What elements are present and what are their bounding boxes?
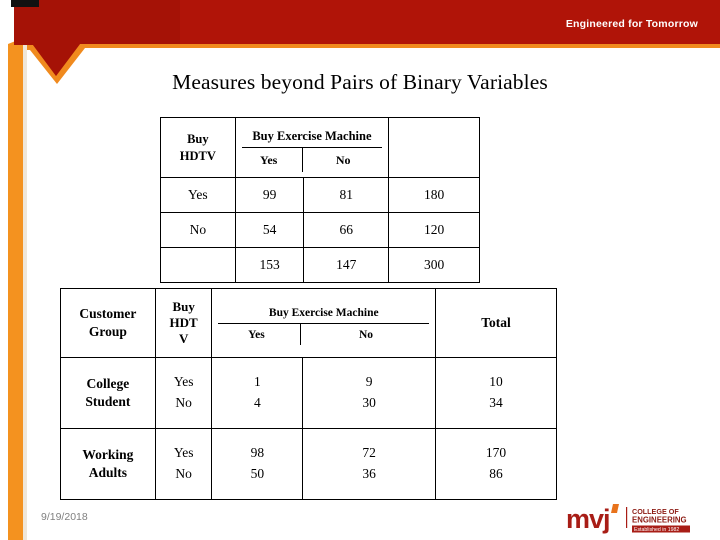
cell-total: 170 86 — [435, 428, 557, 500]
cell-no: 147 — [303, 247, 390, 283]
table-row-totals: 153 147 300 — [160, 247, 480, 283]
banner-red — [14, 0, 720, 76]
left-orange-bar-shadow — [23, 38, 27, 540]
row-label-line2: Adults — [88, 465, 128, 480]
group-header-label: Buy Exercise Machine — [241, 124, 383, 148]
logo-flame-icon — [611, 504, 619, 513]
cell-no-row-no: 30 — [362, 395, 376, 410]
cell-no: 9 30 — [302, 357, 437, 429]
cell-yes: 98 50 — [211, 428, 304, 500]
row-label-customer-group: Working Adults — [60, 428, 156, 500]
subheader-no: No — [358, 329, 373, 341]
cell-total-row-yes: 10 — [489, 374, 503, 390]
row-label — [160, 247, 236, 283]
logo-wordmark: mvj — [566, 504, 610, 534]
top-left-artifact — [11, 0, 39, 7]
row-label-line1: College — [86, 376, 130, 392]
cell-no-row-yes: 72 — [362, 445, 376, 461]
cell-yes: 1 4 — [211, 357, 304, 429]
cell-buy-hdtv-yes: Yes — [173, 445, 194, 461]
cell-total: 120 — [388, 212, 480, 248]
row-label-line2: Student — [85, 394, 131, 409]
header-buy-exercise-machine: Buy Exercise Machine Yes No — [234, 117, 390, 178]
mvj-college-logo: mvj COLLEGE OF ENGINEERING Established i… — [566, 500, 714, 536]
cell-no-row-yes: 9 — [365, 374, 373, 390]
row-label-customer-group: College Student — [60, 357, 156, 429]
cell-no: 66 — [303, 212, 390, 248]
group-header-label: Buy Exercise Machine — [218, 301, 430, 324]
page-title: Measures beyond Pairs of Binary Variable… — [172, 70, 548, 94]
subheader-no: No — [335, 152, 351, 167]
cell-buy-hdtv-no: No — [175, 395, 192, 410]
cell-yes: 54 — [234, 212, 305, 248]
header-buy-hdtv-line1: Buy — [172, 298, 195, 314]
cell-no: 72 36 — [302, 428, 437, 500]
table-row-header: Buy HDTV Buy Exercise Machine Yes No — [160, 117, 480, 178]
subheader-yes: Yes — [236, 147, 303, 172]
header-buy-hdtv-line2: HDTV — [179, 148, 216, 163]
header-customer-group-line1: Customer — [79, 306, 137, 322]
cell-yes-row-yes: 1 — [254, 374, 261, 390]
header-buy-hdtv-line1: Buy — [187, 132, 209, 146]
cell-total-row-no: 86 — [489, 466, 503, 481]
table-row: College Student Yes No 1 4 9 30 10 34 — [60, 357, 557, 429]
cell-total: 180 — [388, 177, 480, 213]
cell-total: 10 34 — [435, 357, 557, 429]
table-row-header: Customer Group Buy HDT V Buy Exercise Ma… — [60, 288, 557, 358]
left-orange-bar — [8, 38, 23, 540]
cell-total-row-yes: 170 — [485, 445, 507, 461]
logo-line-engineering: ENGINEERING — [632, 516, 687, 525]
cell-buy-hdtv-no: No — [175, 466, 192, 481]
row-label-line1: Working — [82, 447, 134, 463]
cell-total: 300 — [388, 247, 480, 283]
cell-yes: 99 — [234, 177, 305, 213]
header-customer-group-line2: Group — [88, 324, 127, 339]
header-buy-hdtv: Buy HDTV — [160, 117, 236, 178]
cell-yes-row-no: 50 — [250, 466, 265, 481]
cell-buy-hdtv: Yes No — [154, 357, 213, 429]
row-label: No — [160, 212, 236, 248]
header-total-blank — [388, 117, 480, 178]
contingency-table-by-customer-group: Customer Group Buy HDT V Buy Exercise Ma… — [60, 288, 557, 500]
header-buy-hdtv-line3: V — [178, 331, 189, 347]
cell-yes-row-no: 4 — [254, 395, 261, 410]
table-row: No 54 66 120 — [160, 212, 480, 248]
header-buy-hdtv: Buy HDT V — [154, 288, 213, 358]
table-row: Working Adults Yes No 98 50 72 36 170 86 — [60, 428, 557, 500]
slide-date: 9/19/2018 — [41, 511, 88, 523]
cell-yes: 153 — [234, 247, 305, 283]
cell-buy-hdtv-yes: Yes — [173, 374, 194, 390]
logo-line-established: Established in 1982 — [634, 527, 679, 533]
cell-total-row-no: 34 — [489, 395, 503, 410]
header-buy-exercise-machine: Buy Exercise Machine Yes No — [211, 288, 437, 358]
contingency-table-totals: Buy HDTV Buy Exercise Machine Yes No Yes… — [160, 117, 480, 283]
banner-red-shade — [14, 0, 180, 76]
logo-divider — [626, 507, 628, 528]
cell-yes-row-yes: 98 — [250, 445, 265, 461]
cell-no-row-no: 36 — [362, 466, 376, 481]
cell-no: 81 — [303, 177, 390, 213]
cell-buy-hdtv: Yes No — [154, 428, 213, 500]
brand-tagline: Engineered for Tomorrow — [565, 18, 698, 30]
header-customer-group: Customer Group — [60, 288, 156, 358]
header-buy-hdtv-line2: HDT — [169, 314, 198, 330]
row-label: Yes — [160, 177, 236, 213]
subheader-yes: Yes — [212, 324, 302, 345]
table-row: Yes 99 81 180 — [160, 177, 480, 213]
header-total: Total — [435, 288, 557, 358]
